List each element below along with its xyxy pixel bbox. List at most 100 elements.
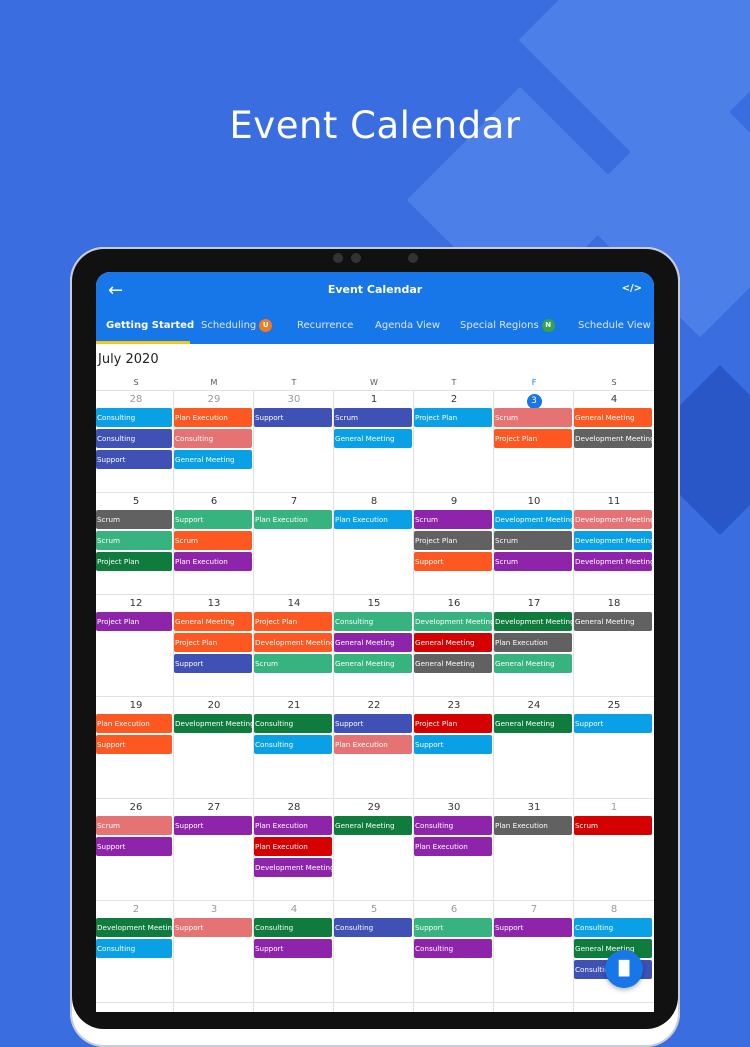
event-chip[interactable]: Scrum bbox=[414, 510, 492, 529]
code-icon[interactable]: </> bbox=[622, 283, 642, 294]
event-chip[interactable]: Project Plan bbox=[96, 552, 172, 571]
event-chip[interactable]: Scrum bbox=[254, 654, 332, 673]
day-cell[interactable] bbox=[174, 798, 254, 900]
day-cell[interactable] bbox=[414, 390, 494, 492]
event-chip[interactable]: Support bbox=[414, 918, 492, 937]
event-chip[interactable]: Support bbox=[414, 735, 492, 754]
event-chip[interactable]: Consulting bbox=[174, 429, 252, 448]
day-cell[interactable] bbox=[494, 798, 574, 900]
event-chip[interactable]: General Meeting bbox=[334, 633, 412, 652]
event-chip[interactable]: Plan Execution bbox=[494, 633, 572, 652]
event-chip[interactable]: Development Meeting bbox=[96, 918, 172, 937]
day-cell[interactable] bbox=[174, 696, 254, 798]
event-chip[interactable]: Consulting bbox=[334, 918, 412, 937]
event-chip[interactable]: Scrum bbox=[494, 408, 572, 427]
event-chip[interactable]: General Meeting bbox=[494, 654, 572, 673]
day-cell[interactable] bbox=[254, 390, 334, 492]
event-chip[interactable]: Plan Execution bbox=[96, 714, 172, 733]
event-chip[interactable]: Scrum bbox=[96, 531, 172, 550]
event-chip[interactable]: General Meeting bbox=[174, 612, 252, 631]
event-chip[interactable]: General Meeting bbox=[494, 714, 572, 733]
event-chip[interactable]: General Meeting bbox=[334, 816, 412, 835]
event-chip[interactable]: Support bbox=[254, 939, 332, 958]
event-chip[interactable]: Support bbox=[334, 714, 412, 733]
event-chip[interactable]: Consulting bbox=[96, 408, 172, 427]
event-chip[interactable]: Plan Execution bbox=[254, 837, 332, 856]
event-chip[interactable]: Support bbox=[96, 837, 172, 856]
event-chip[interactable]: General Meeting bbox=[414, 633, 492, 652]
event-chip[interactable]: Plan Execution bbox=[414, 837, 492, 856]
tab-getting-started[interactable]: Getting Started bbox=[96, 312, 194, 344]
event-chip[interactable]: Scrum bbox=[174, 531, 252, 550]
event-chip[interactable]: Support bbox=[96, 735, 172, 754]
event-chip[interactable]: Scrum bbox=[96, 816, 172, 835]
event-chip[interactable]: Plan Execution bbox=[174, 552, 252, 571]
event-chip[interactable]: Consulting bbox=[96, 939, 172, 958]
day-cell[interactable] bbox=[174, 900, 254, 1002]
tab-schedule-view[interactable]: Schedule View bbox=[578, 312, 651, 344]
event-chip[interactable]: Plan Execution bbox=[254, 816, 332, 835]
event-chip[interactable]: Development Meeting bbox=[254, 633, 332, 652]
event-chip[interactable]: Development Meeting bbox=[414, 612, 492, 631]
event-chip[interactable]: Consulting bbox=[574, 918, 652, 937]
event-chip[interactable]: Consulting bbox=[254, 918, 332, 937]
event-chip[interactable]: General Meeting bbox=[174, 450, 252, 469]
event-chip[interactable]: Project Plan bbox=[96, 612, 172, 631]
event-chip[interactable]: Plan Execution bbox=[494, 816, 572, 835]
day-cell[interactable] bbox=[96, 594, 176, 696]
event-chip[interactable]: Development Meeting bbox=[574, 510, 652, 529]
event-chip[interactable]: Plan Execution bbox=[254, 510, 332, 529]
event-chip[interactable]: Consulting bbox=[254, 735, 332, 754]
event-chip[interactable]: Scrum bbox=[574, 816, 652, 835]
event-chip[interactable]: Consulting bbox=[96, 429, 172, 448]
event-chip[interactable]: Project Plan bbox=[254, 612, 332, 631]
tab-scheduling[interactable]: Scheduling U bbox=[201, 312, 273, 344]
event-chip[interactable]: Plan Execution bbox=[334, 510, 412, 529]
day-cell[interactable] bbox=[494, 696, 574, 798]
event-chip[interactable]: Scrum bbox=[334, 408, 412, 427]
event-chip[interactable]: Development Meeting bbox=[494, 510, 572, 529]
event-chip[interactable]: Support bbox=[574, 714, 652, 733]
event-chip[interactable]: Consulting bbox=[334, 612, 412, 631]
event-chip[interactable]: Project Plan bbox=[414, 714, 492, 733]
event-chip[interactable]: Support bbox=[254, 408, 332, 427]
event-chip[interactable]: Development Meeting bbox=[574, 531, 652, 550]
event-chip[interactable]: Support bbox=[174, 654, 252, 673]
event-chip[interactable]: Consulting bbox=[414, 816, 492, 835]
event-chip[interactable]: Plan Execution bbox=[334, 735, 412, 754]
event-chip[interactable]: General Meeting bbox=[414, 654, 492, 673]
event-chip[interactable]: Consulting bbox=[414, 939, 492, 958]
event-chip[interactable]: Development Meeting bbox=[254, 858, 332, 877]
day-cell[interactable] bbox=[494, 900, 574, 1002]
event-chip[interactable]: Scrum bbox=[494, 531, 572, 550]
tab-agenda-view[interactable]: Agenda View bbox=[375, 312, 440, 344]
event-chip[interactable]: Development Meeting bbox=[494, 612, 572, 631]
day-cell[interactable] bbox=[574, 594, 654, 696]
event-chip[interactable]: Support bbox=[174, 918, 252, 937]
day-cell[interactable] bbox=[334, 492, 414, 594]
event-chip[interactable]: General Meeting bbox=[334, 429, 412, 448]
voice-fab[interactable]: ▐▌ bbox=[605, 950, 643, 988]
event-chip[interactable]: Project Plan bbox=[174, 633, 252, 652]
event-chip[interactable]: Development Meeting bbox=[574, 552, 652, 571]
day-cell[interactable] bbox=[574, 798, 654, 900]
event-chip[interactable]: Project Plan bbox=[414, 531, 492, 550]
event-chip[interactable]: Scrum bbox=[494, 552, 572, 571]
event-chip[interactable]: Scrum bbox=[96, 510, 172, 529]
event-chip[interactable]: Support bbox=[494, 918, 572, 937]
event-chip[interactable]: General Meeting bbox=[574, 612, 652, 631]
event-chip[interactable]: Support bbox=[96, 450, 172, 469]
event-chip[interactable]: Development Meeting bbox=[174, 714, 252, 733]
event-chip[interactable]: General Meeting bbox=[334, 654, 412, 673]
tab-special-regions[interactable]: Special Regions N bbox=[460, 312, 555, 344]
day-cell[interactable] bbox=[334, 798, 414, 900]
event-chip[interactable]: Support bbox=[414, 552, 492, 571]
day-cell[interactable] bbox=[574, 696, 654, 798]
event-chip[interactable]: Development Meeting bbox=[574, 429, 652, 448]
day-cell[interactable] bbox=[254, 492, 334, 594]
event-chip[interactable]: Plan Execution bbox=[174, 408, 252, 427]
day-cell[interactable] bbox=[334, 900, 414, 1002]
event-chip[interactable]: Support bbox=[174, 816, 252, 835]
tab-recurrence[interactable]: Recurrence bbox=[297, 312, 353, 344]
event-chip[interactable]: Consulting bbox=[254, 714, 332, 733]
